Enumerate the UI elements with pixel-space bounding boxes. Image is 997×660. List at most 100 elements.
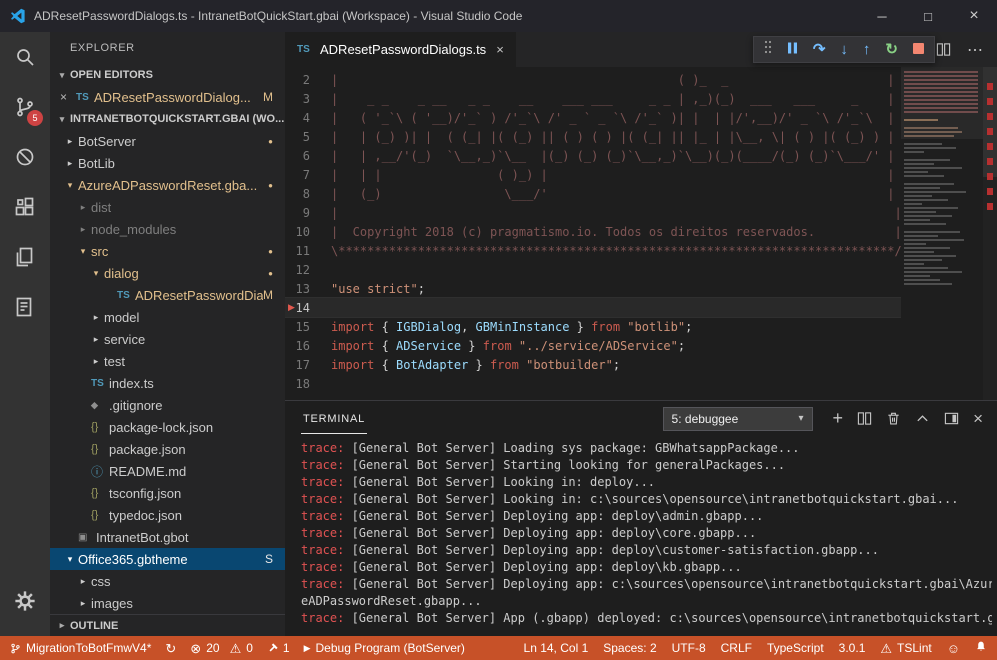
sidebar-title: EXPLORER [50,32,285,64]
tree-item-label: index.ts [109,376,154,391]
code-line-16[interactable]: 16import { ADService } from "../service/… [285,336,901,355]
tree-item-images[interactable]: ▸images [50,592,285,614]
maximize-panel-icon[interactable] [915,411,930,426]
minimize-button[interactable]: ─ [859,0,905,32]
code-line-14[interactable]: ▶14 [285,298,901,317]
editor-scrollbar[interactable] [983,67,997,400]
tree-item-botserver[interactable]: ▸BotServer● [50,130,285,152]
workspace-folder-header[interactable]: ▾ INTRANETBOTQUICKSTART.GBAI (WO... [50,108,285,130]
pause-button[interactable] [787,41,798,59]
tree-item-dist[interactable]: ▸dist [50,196,285,218]
code-line-12[interactable]: 12 [285,260,901,279]
git-modified-badge: M [263,90,285,104]
split-terminal-icon[interactable] [857,411,872,426]
tree-item-model[interactable]: ▸model [50,306,285,328]
code-line-15[interactable]: 15import { IGBDialog, GBMinInstance } fr… [285,317,901,336]
stop-button[interactable] [913,41,924,59]
tree-item-dialog[interactable]: ▾dialog● [50,262,285,284]
close-tab-icon[interactable]: × [496,42,504,57]
tree-item-azureadpasswordreset-gba[interactable]: ▾AzureADPasswordReset.gba...● [50,174,285,196]
panel-position-icon[interactable] [944,411,959,426]
open-editor-item[interactable]: × TS ADResetPasswordDialog... M [50,86,285,108]
code-line-4[interactable]: 4| ( '_`\ ( '__)/'_` ) /'_`\ /' _ ` _ `\… [285,108,901,127]
terminal-output[interactable]: trace: [General Bot Server] Loading sys … [301,441,992,634]
notifications-bell-icon[interactable] [975,640,987,656]
language-mode[interactable]: TypeScript [767,641,824,655]
outline-header[interactable]: ▸ OUTLINE [50,614,285,636]
tasks-item[interactable]: 1 [267,641,290,655]
restart-button[interactable]: ↻ [885,42,898,57]
close-panel-icon[interactable]: × [973,409,983,429]
feedback-smiley-icon[interactable]: ☺ [947,642,960,655]
line-number: 6 [285,149,331,163]
code-line-10[interactable]: 10| Copyright 2018 (c) pragmatismo.io. T… [285,222,901,241]
cursor-position[interactable]: Ln 14, Col 1 [524,641,589,655]
kill-terminal-icon[interactable] [886,411,901,426]
tree-item-readme-md[interactable]: ⓘREADME.md [50,460,285,482]
tree-item-service[interactable]: ▸service [50,328,285,350]
split-editor-icon[interactable] [936,42,951,57]
eol-setting[interactable]: CRLF [721,641,752,655]
tree-item-src[interactable]: ▾src● [50,240,285,262]
tree-item-package-json[interactable]: {}package.json [50,438,285,460]
terminal-line-4: trace: [General Bot Server] Looking in: … [301,492,992,509]
indentation-setting[interactable]: Spaces: 2 [603,641,656,655]
tree-item-office365-gbtheme[interactable]: ▾Office365.gbthemeS [50,548,285,570]
line-number: 13 [285,282,331,296]
tree-item-css[interactable]: ▸css [50,570,285,592]
tree-item-adresetpassworddial[interactable]: TSADResetPasswordDial...M [50,284,285,306]
more-actions-icon[interactable]: ⋯ [967,40,983,60]
line-number: 9 [285,206,331,220]
terminal-selector[interactable]: 5: debuggee ▾ [663,407,813,431]
code-line-13[interactable]: 13"use strict"; [285,279,901,298]
activity-edit[interactable] [0,282,50,332]
settings-gear-button[interactable] [0,576,50,626]
tree-item-gitignore[interactable]: ◆.gitignore [50,394,285,416]
step-into-button[interactable]: ↓ [840,42,848,57]
debug-status-item[interactable]: ▶ Debug Program (BotServer) [304,641,465,655]
code-line-8[interactable]: 8| (_) \___/' | [285,184,901,203]
activity-files[interactable] [0,232,50,282]
tab-terminal[interactable]: TERMINAL [301,404,367,434]
code-line-9[interactable]: 9| | [285,203,901,222]
code-line-5[interactable]: 5| | (_) )| | ( (_| |( (_) || ( ) ( ) |(… [285,127,901,146]
code-line-11[interactable]: 11\*************************************… [285,241,901,260]
typescript-version[interactable]: 3.0.1 [839,641,866,655]
close-editor-icon[interactable]: × [60,90,76,104]
activity-source-control[interactable]: 5 [0,82,50,132]
git-branch-item[interactable]: MigrationToBotFmwV4* [10,641,151,655]
minimap-slider[interactable] [901,67,983,139]
activity-extensions[interactable] [0,182,50,232]
step-out-button[interactable]: ↑ [863,42,871,57]
code-line-7[interactable]: 7| | | ( )_) | | [285,165,901,184]
close-button[interactable]: × [951,0,997,32]
sync-button[interactable]: ↻ [165,642,176,655]
new-terminal-icon[interactable]: + [833,408,844,429]
minimap[interactable] [901,67,983,400]
tree-item-package-lock-json[interactable]: {}package-lock.json [50,416,285,438]
tree-item-intranetbot-gbot[interactable]: ▣IntranetBot.gbot [50,526,285,548]
step-over-button[interactable]: ↷ [813,42,826,57]
code-line-6[interactable]: 6| | ,__/'(_) `\__,_)`\__ |(_) (_) (_)`\… [285,146,901,165]
maximize-button[interactable]: □ [905,0,951,32]
code-line-3[interactable]: 3| _ _ _ __ _ _ __ ___ ___ _ _ | ,_)(_) … [285,89,901,108]
code-editor[interactable]: 2| ( )_ _ |3| _ _ _ __ _ _ __ ___ ___ _ … [285,67,997,400]
tab-adresetpassworddialogs[interactable]: TS ADResetPasswordDialogs.ts × [285,32,516,67]
code-line-17[interactable]: 17import { BotAdapter } from "botbuilder… [285,355,901,374]
tree-item-typedoc-json[interactable]: {}typedoc.json [50,504,285,526]
activity-search[interactable] [0,32,50,82]
tree-item-label: AzureADPasswordReset.gba... [78,178,257,193]
activity-debug[interactable] [0,132,50,182]
tree-item-node-modules[interactable]: ▸node_modules [50,218,285,240]
tree-item-test[interactable]: ▸test [50,350,285,372]
encoding-setting[interactable]: UTF-8 [672,641,706,655]
tree-item-tsconfig-json[interactable]: {}tsconfig.json [50,482,285,504]
code-line-18[interactable]: 18 [285,374,901,393]
code-line-2[interactable]: 2| ( )_ _ | [285,70,901,89]
drag-grip-icon[interactable] [764,40,772,59]
tree-item-botlib[interactable]: ▸BotLib [50,152,285,174]
tree-item-index-ts[interactable]: TSindex.ts [50,372,285,394]
open-editors-header[interactable]: ▾ OPEN EDITORS [50,64,285,86]
problems-item[interactable]: ⊗ 20 ⚠ 0 [190,641,253,655]
tslint-item[interactable]: ⚠ TSLint [880,641,931,655]
